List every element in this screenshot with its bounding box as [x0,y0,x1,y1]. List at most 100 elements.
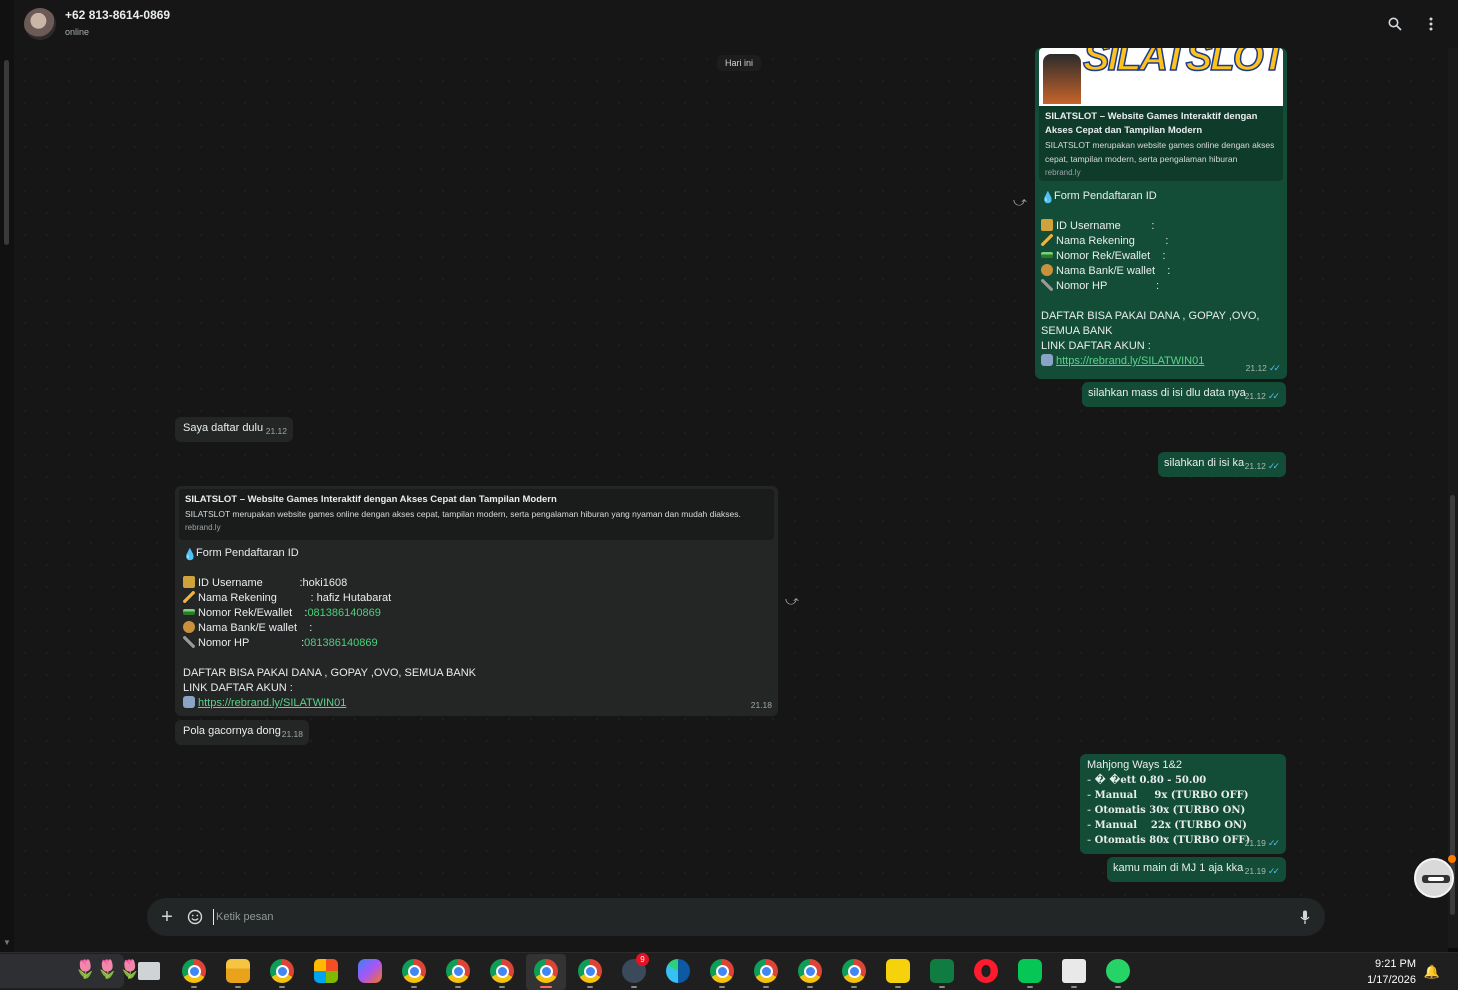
id-icon [1041,219,1053,231]
chrome-profile-7-icon[interactable] [754,959,778,983]
value-hp[interactable]: 081386140869 [304,637,377,649]
label-rekening: Nama Rekening [198,592,311,604]
chrome-profile-2-icon[interactable] [402,959,426,983]
chrome-profile-6-icon[interactable] [710,959,734,983]
running-indicator [851,986,857,988]
search-icon[interactable] [1385,14,1405,34]
copilot-icon[interactable] [358,959,382,983]
forward-icon[interactable]: ⤻ [1013,194,1027,210]
running-indicator [939,986,945,988]
message-out-isi-mass[interactable]: silahkan mass di isi dlu data nya 21.12 ✓… [1082,382,1286,407]
chrome-profile-9-icon[interactable] [842,959,866,983]
sticky-notes-icon[interactable] [886,959,910,983]
mahjong-line-5: Otomatis 80x (TURBO OFF) [1094,835,1251,846]
chrome-icon[interactable] [182,959,206,983]
running-indicator [719,986,725,988]
system-clock[interactable]: 9:21 PM 1/17/2026 [1367,956,1416,988]
file-explorer-icon[interactable] [226,959,250,983]
arrow-right-icon [183,696,195,708]
running-indicator [499,986,505,988]
phone-icon [1041,279,1053,291]
opera-icon[interactable] [974,959,998,983]
chat-scrollbar[interactable] [1450,495,1455,915]
emoji-icon[interactable] [185,907,205,927]
line-icon[interactable] [1018,959,1042,983]
chrome-profile-icon[interactable] [270,959,294,983]
whatsapp-icon[interactable] [1106,959,1130,983]
running-indicator [235,986,241,988]
running-indicator [279,986,285,988]
message-input[interactable]: Ketik pesan [213,909,273,925]
taskbar: 🌷🌷🌷 9 9:21 PM 1/17/2026 🔔 [0,952,1458,990]
message-in-daftar[interactable]: Saya daftar dulu 21.12 [175,417,293,442]
running-indicator [587,986,593,988]
preview-title: SILATSLOT – Website Games Interaktif den… [1045,111,1258,136]
message-out-form[interactable]: SILATSLOT SILATSLOT – Website Games Inte… [1035,48,1287,379]
label-username: ID Username [198,577,300,589]
notification-badge: 9 [636,953,649,966]
microphone-icon[interactable] [1295,907,1315,927]
chrome-profile-5-icon[interactable] [578,959,602,983]
message-text: Pola gacornya dong [183,725,281,737]
notification-center-icon[interactable]: 🔔 [1424,964,1440,980]
running-indicator [411,986,417,988]
scroll-down-caret[interactable]: ▼ [3,938,11,947]
chrome-profile-3-icon[interactable] [446,959,470,983]
running-indicator [1027,986,1033,988]
preview-banner: SILATSLOT [1039,48,1283,106]
forward-icon[interactable]: ⤻ [785,593,799,609]
running-indicator [763,986,769,988]
floating-bot-avatar[interactable] [1414,858,1454,898]
value-norek[interactable]: 081386140869 [307,607,380,619]
register-link[interactable]: https://rebrand.ly/SILATWIN01 [1056,355,1204,367]
app-a-icon[interactable] [1062,959,1086,983]
value-bank: : [309,622,313,634]
task-view-icon[interactable] [138,962,160,980]
notification-dot [1448,855,1456,863]
field-hp: Nomor HP : [1056,280,1160,292]
mahjong-line-4: Manual 22x (TURBO ON) [1094,820,1247,831]
arrow-right-icon [1041,354,1053,366]
preview-title: SILATSLOT – Website Games Interaktif den… [185,494,557,505]
message-out-mahjong[interactable]: Mahjong Ways 1&2 - � �ett 0.80 - 50.00 -… [1080,754,1286,854]
field-username: ID Username : [1056,220,1155,232]
message-time: 21.12 ✓✓ [1245,459,1280,474]
menu-icon[interactable] [1421,14,1441,34]
message-in-form[interactable]: SILATSLOT – Website Games Interaktif den… [175,486,778,716]
contact-name[interactable]: +62 813-8614-0869 [65,8,170,22]
chrome-active-icon[interactable] [534,959,558,983]
value-rekening: : hafiz Hutabarat [310,592,392,604]
label-bank: Nama Bank/E wallet [198,622,310,634]
composer[interactable]: + Ketik pesan [147,898,1325,936]
edge-icon[interactable] [666,959,690,983]
preview-domain: rebrand.ly [185,523,221,532]
chrome-profile-4-icon[interactable] [490,959,514,983]
running-indicator [1115,986,1121,988]
double-check-icon: ✓✓ [1267,866,1280,876]
message-time: 21.19 ✓✓ [1245,864,1280,879]
link-preview[interactable]: SILATSLOT – Website Games Interaktif den… [179,489,774,540]
left-scrollbar[interactable] [4,60,9,245]
excel-icon[interactable] [930,959,954,983]
running-indicator [807,986,813,988]
double-check-icon: ✓✓ [1267,391,1280,401]
composer-bar: + Ketik pesan [14,896,1448,952]
form-title: Form Pendaftaran ID [1054,190,1157,202]
double-check-icon: ✓✓ [1268,363,1281,373]
money-bag-icon [183,621,195,633]
contact-status: online [65,27,90,37]
store-icon[interactable] [314,959,338,983]
message-text: kamu main di MJ 1 aja kka [1113,862,1244,874]
contact-avatar[interactable] [24,8,56,40]
chrome-profile-8-icon[interactable] [798,959,822,983]
double-check-icon: ✓✓ [1267,838,1280,848]
chat-area[interactable]: Hari ini SILATSLOT SILATSLOT – Website G… [14,48,1448,896]
message-out-isi-ka[interactable]: silahkan di isi ka 21.12 ✓✓ [1158,452,1286,477]
plus-icon[interactable]: + [157,906,177,928]
message-in-pola[interactable]: Pola gacornya dong 21.18 [175,720,309,745]
message-out-mj[interactable]: kamu main di MJ 1 aja kka 21.19 ✓✓ [1107,857,1286,882]
link-preview[interactable]: SILATSLOT SILATSLOT – Website Games Inte… [1039,48,1283,181]
register-link[interactable]: https://rebrand.ly/SILATWIN01 [198,697,346,709]
form-note: DAFTAR BISA PAKAI DANA , GOPAY ,OVO, SEM… [1041,310,1260,337]
mahjong-title: Mahjong Ways 1&2 [1087,759,1182,771]
